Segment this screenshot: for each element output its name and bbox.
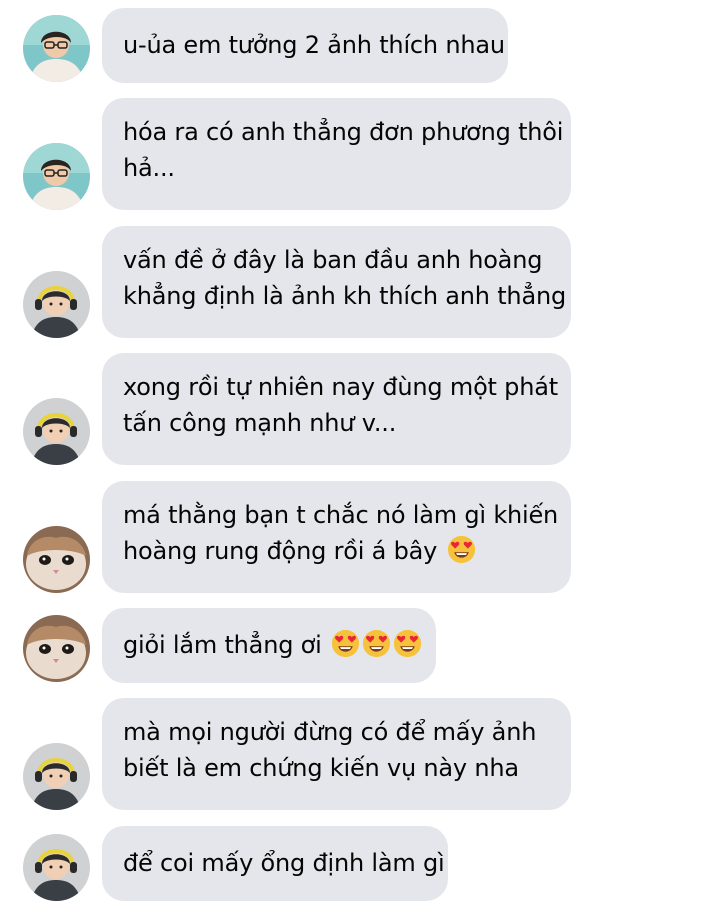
- message-text: vấn đề ở đây là ban đầu anh hoàng: [123, 246, 543, 274]
- message-bubble[interactable]: hóa ra có anh thẳng đơn phương thôi hả..…: [102, 98, 571, 210]
- headphone-boy-avatar-icon: [23, 271, 90, 338]
- message-bubble[interactable]: xong rồi tự nhiên nay đùng một phát tấn …: [102, 353, 571, 465]
- message-text: giỏi lắm thẳng ơi: [123, 631, 322, 659]
- message-text: hả...: [123, 154, 175, 182]
- message-text: má thằng bạn t chắc nó làm gì khiến: [123, 501, 559, 529]
- message-text: biết là em chứng kiến vụ này nha: [123, 754, 519, 782]
- headphone-boy-avatar-icon: [23, 743, 90, 810]
- avatar-glasses-boy[interactable]: [23, 143, 90, 210]
- message-text: khẳng định là ảnh kh thích anh thẳng: [123, 282, 566, 310]
- cat-avatar-icon: [23, 526, 90, 593]
- avatar-cat[interactable]: [23, 615, 90, 682]
- message-bubble[interactable]: má thằng bạn t chắc nó làm gì khiến hoàn…: [102, 481, 571, 593]
- heart-eyes-emoji-icon: [447, 535, 475, 564]
- message-bubble[interactable]: để coi mấy ổng định làm gì: [102, 826, 448, 901]
- avatar-headphone-boy[interactable]: [23, 743, 90, 810]
- message-text: mà mọi người đừng có để mấy ảnh: [123, 718, 537, 746]
- message-bubble[interactable]: giỏi lắm thẳng ơi: [102, 608, 436, 683]
- message-bubble[interactable]: vấn đề ở đây là ban đầu anh hoàng khẳng …: [102, 226, 571, 338]
- heart-eyes-emoji-icon: [393, 629, 422, 658]
- avatar-headphone-boy[interactable]: [23, 271, 90, 338]
- message-text: hoàng rung động rồi á bây: [123, 537, 438, 565]
- heart-eyes-emoji-icon: [331, 629, 360, 658]
- message-text: tấn công mạnh như v...: [123, 409, 397, 437]
- avatar-glasses-boy[interactable]: [23, 15, 90, 82]
- avatar-headphone-boy[interactable]: [23, 398, 90, 465]
- glasses-boy-avatar-icon: [23, 143, 90, 210]
- headphone-boy-avatar-icon: [23, 398, 90, 465]
- message-text: xong rồi tự nhiên nay đùng một phát: [123, 373, 558, 401]
- chat-thread: u-ủa em tưởng 2 ảnh thích nhau hóa ra có…: [0, 0, 720, 910]
- message-bubble[interactable]: mà mọi người đừng có để mấy ảnh biết là …: [102, 698, 571, 810]
- message-text: u-ủa em tưởng 2 ảnh thích nhau: [123, 31, 505, 59]
- headphone-boy-avatar-icon: [23, 834, 90, 901]
- avatar-headphone-boy[interactable]: [23, 834, 90, 901]
- avatar-cat[interactable]: [23, 526, 90, 593]
- glasses-boy-avatar-icon: [23, 15, 90, 82]
- message-text: hóa ra có anh thẳng đơn phương thôi: [123, 118, 564, 146]
- cat-avatar-icon: [23, 615, 90, 682]
- heart-eyes-emoji-icon: [362, 629, 391, 658]
- message-text: để coi mấy ổng định làm gì: [123, 849, 445, 877]
- message-bubble[interactable]: u-ủa em tưởng 2 ảnh thích nhau: [102, 8, 508, 83]
